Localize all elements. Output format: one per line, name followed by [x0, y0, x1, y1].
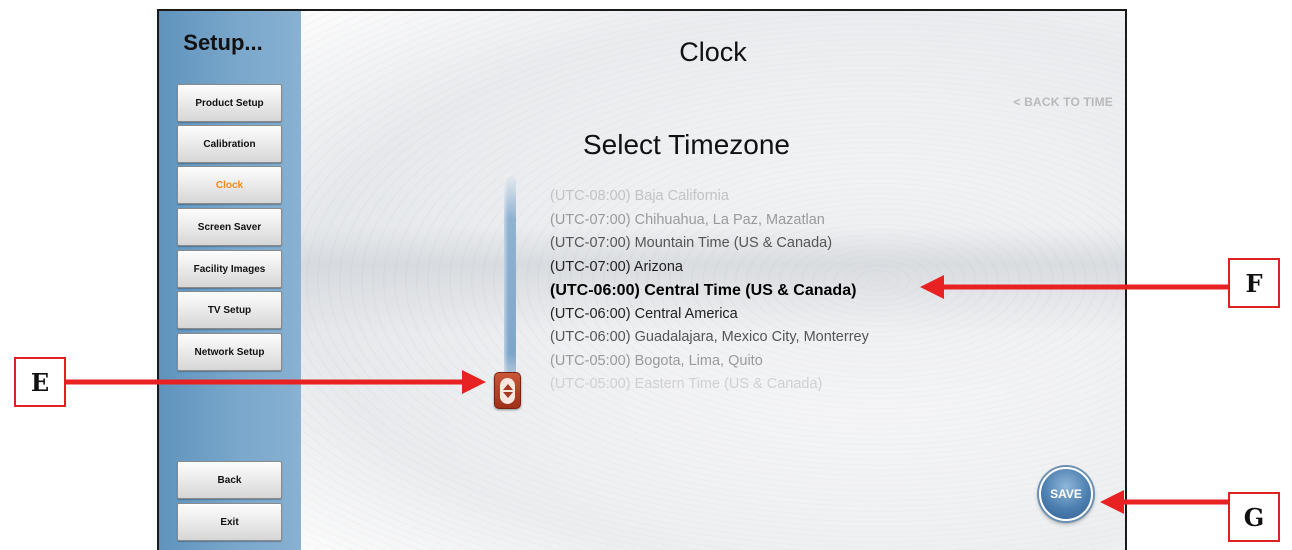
callout-label-g: G	[1228, 492, 1280, 542]
callout-label-e: E	[14, 357, 66, 407]
callout-label-f: F	[1228, 258, 1280, 308]
arrow-icon	[66, 370, 486, 394]
arrow-icon	[920, 275, 1228, 299]
callout-arrows	[66, 275, 1228, 514]
arrow-icon	[1100, 490, 1228, 514]
